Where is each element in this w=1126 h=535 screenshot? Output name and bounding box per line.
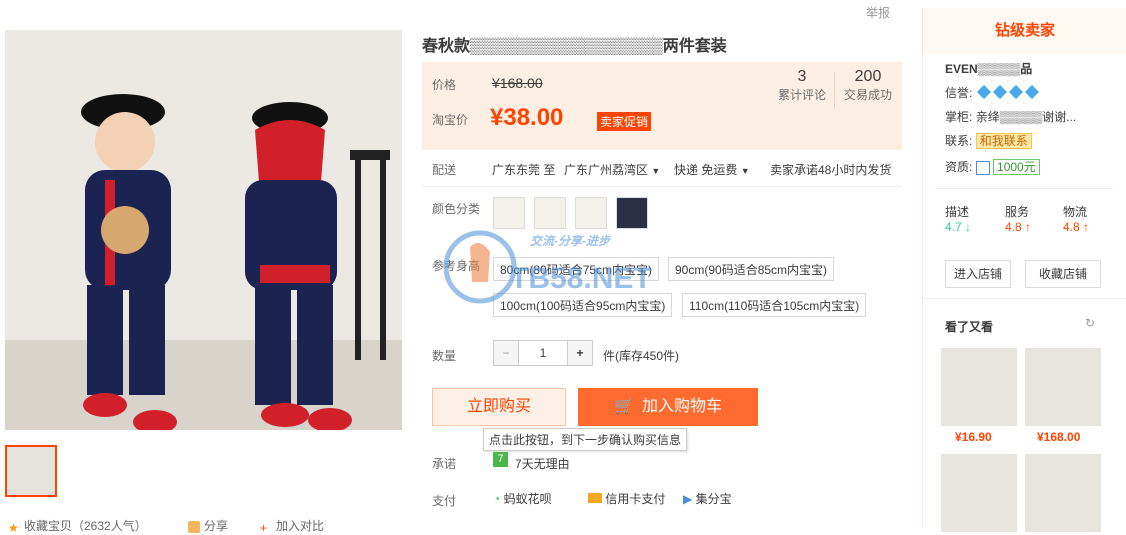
credit-row: 信誉: (945, 84, 1040, 101)
rec-item-1-image[interactable] (941, 348, 1017, 426)
refresh-icon[interactable]: ↻ (1085, 316, 1095, 330)
quantity-plus-button[interactable]: + (567, 340, 593, 366)
shopkeeper-row: 掌柜: 亲绛▒▒▒▒▒谢谢... (945, 110, 1077, 124)
quantity-input[interactable]: 1 (518, 340, 568, 366)
share-icon (188, 520, 200, 533)
color-swatch-2[interactable] (534, 197, 566, 229)
delivery-fee[interactable]: 快递 免运费 ▼ (674, 161, 750, 178)
promo-price-label: 淘宝价 (432, 113, 469, 127)
star-icon: ★ (8, 520, 19, 535)
payment-huabei[interactable]: ◔ 蚂蚁花呗 (493, 490, 552, 507)
product-title: 春秋款▒▒▒▒▒▒▒▒▒▒▒▒▒▒▒▒▒两件套装 (422, 38, 727, 55)
seven-day-return[interactable]: 7天无理由 (515, 455, 570, 472)
price-box: 价格 ¥168.00 淘宝价 ¥38.00 卖家促销 3 累计评论 200 交易… (422, 62, 902, 150)
rec-item-2-image[interactable] (1025, 348, 1101, 426)
color-swatch-4[interactable] (616, 197, 648, 229)
chevron-down-icon: ▼ (651, 166, 661, 176)
cart-icon: 🛒 (614, 398, 634, 415)
divider (923, 298, 1126, 299)
report-link[interactable]: 举报 (866, 4, 890, 21)
seven-day-icon: 7 (493, 452, 508, 467)
price-label: 价格 (432, 78, 457, 92)
jifenbao-icon: ▶ (683, 492, 693, 506)
buy-tooltip: 点击此按钮，到下一步确认购买信息 (483, 428, 688, 451)
size-option-110[interactable]: 110cm(110码适合105cm内宝宝) (682, 293, 867, 317)
stat-divider (834, 72, 835, 108)
also-viewed-title: 看了又看 (945, 320, 994, 334)
promo-price: ¥38.00 (490, 104, 564, 131)
color-label: 颜色分类 (432, 202, 481, 216)
quantity-label: 数量 (432, 349, 457, 363)
size-option-90[interactable]: 90cm(90码适合85cm内宝宝) (668, 257, 835, 281)
main-product-image[interactable] (5, 30, 402, 430)
promo-badge: 卖家促销 (597, 112, 652, 131)
divider (422, 186, 902, 187)
color-swatch-1[interactable] (493, 197, 525, 229)
qualification-row: 资质: 1000元 (945, 158, 1040, 175)
plus-icon: + (260, 520, 268, 535)
product-photo (81, 94, 390, 430)
seller-panel: 钻级卖家 EVEN▒▒▒▒▒品 信誉: 掌柜: 亲绛▒▒▒▒▒谢谢... 联系:… (922, 8, 1126, 532)
stat-sales[interactable]: 200 交易成功 (837, 68, 899, 103)
contact-button[interactable]: 和我联系 (975, 133, 1032, 149)
watermark-site: TB58.NET (510, 262, 652, 295)
rec-item-1-price: ¥16.90 (955, 430, 992, 444)
original-price: ¥168.00 (492, 75, 543, 91)
payment-label: 支付 (432, 494, 457, 508)
rec-item-4-image[interactable] (1025, 454, 1101, 532)
deposit-badge[interactable]: 1000元 (993, 159, 1040, 175)
shop-name[interactable]: EVEN▒▒▒▒▒品 (945, 60, 1032, 77)
favorite-shop-button[interactable]: 收藏店铺 (1025, 260, 1101, 288)
chevron-down-icon: ▼ (740, 166, 750, 176)
favorite-link[interactable]: ★ 收藏宝贝（2632人气） (8, 517, 147, 535)
rec-item-3-image[interactable] (941, 454, 1017, 532)
color-swatch-3[interactable] (575, 197, 607, 229)
enter-shop-button[interactable]: 进入店铺 (945, 260, 1011, 288)
seller-level: 钻级卖家 (923, 8, 1126, 54)
payment-jifenbao[interactable]: ▶ 集分宝 (683, 490, 732, 507)
promise-label: 承诺 (432, 457, 457, 471)
payment-credit-card[interactable]: 信用卡支付 (588, 490, 665, 507)
diamond-icon (976, 84, 1040, 100)
contact-row: 联系: 和我联系 (945, 132, 1032, 149)
delivery-to-select[interactable]: 广东广州荔湾区 ▼ (564, 161, 660, 178)
quantity-minus-button[interactable]: − (493, 340, 519, 366)
rec-item-2-price: ¥168.00 (1037, 430, 1081, 444)
thumbnail-1[interactable] (5, 445, 57, 497)
delivery-promise: 卖家承诺48小时内发货 (770, 163, 892, 177)
delivery-label: 配送 (432, 163, 457, 177)
score-desc: 描述 4.7 ↓ (945, 205, 972, 234)
buy-now-button[interactable]: 立即购买 (432, 388, 566, 426)
stat-reviews[interactable]: 3 累计评论 (772, 68, 832, 103)
divider (935, 188, 1113, 189)
share-link[interactable]: 分享 (188, 517, 228, 534)
watermark-slogan: 交流-分享-进步 (530, 234, 610, 248)
stock-info: 件(库存450件) (603, 349, 680, 363)
credit-card-icon (588, 493, 602, 503)
add-to-cart-button[interactable]: 🛒 加入购物车 (578, 388, 758, 426)
huabei-icon: ◔ (493, 492, 501, 506)
compare-link[interactable]: + 加入对比 (260, 517, 324, 535)
score-logistics: 物流 4.8 ↑ (1063, 205, 1090, 234)
delivery-from: 广东东莞 至 (492, 163, 556, 177)
score-service: 服务 4.8 ↑ (1005, 205, 1032, 234)
id-icon (975, 160, 990, 175)
